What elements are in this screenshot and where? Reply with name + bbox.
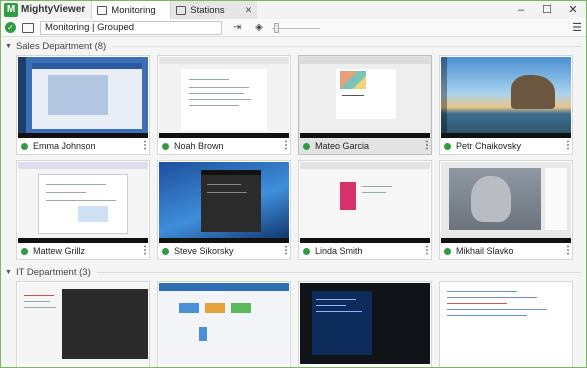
more-options-icon[interactable]: ⋮ — [563, 246, 573, 256]
screen-thumbnail[interactable] — [441, 57, 571, 138]
status-check-icon[interactable]: ✓ — [5, 22, 16, 33]
close-tab-icon[interactable]: ✕ — [245, 5, 253, 16]
minimize-icon[interactable]: – — [508, 1, 534, 19]
station-card[interactable] — [157, 281, 291, 367]
station-nameplate: Noah Brown ⋮ — [159, 139, 291, 153]
status-online-icon — [162, 142, 169, 150]
station-nameplate: Linda Smith ⋮ — [300, 244, 432, 258]
view-selector[interactable] — [40, 20, 222, 35]
station-name: Emma Johnson — [33, 141, 96, 151]
station-card[interactable]: Linda Smith ⋮ — [298, 160, 432, 260]
more-options-icon[interactable]: ⋮ — [422, 246, 432, 256]
divider — [96, 271, 581, 273]
station-card[interactable] — [298, 281, 432, 367]
tab-monitoring[interactable]: Monitoring — [91, 1, 172, 19]
tab-label: Stations — [190, 4, 225, 16]
indent-icon[interactable]: ⇥ — [230, 21, 244, 35]
title-bar: M MightyViewer Monitoring Stations ✕ – ☐… — [1, 1, 586, 19]
tab-stations[interactable]: Stations ✕ — [171, 1, 258, 19]
status-online-icon — [303, 247, 310, 255]
screen-thumbnail[interactable] — [441, 283, 571, 364]
more-options-icon[interactable]: ⋮ — [422, 141, 432, 151]
station-card[interactable]: Petr Chaikovsky ⋮ — [439, 55, 573, 155]
screen-thumbnail[interactable] — [18, 162, 148, 243]
status-online-icon — [444, 247, 451, 255]
layers-icon[interactable]: ◈ — [252, 21, 266, 35]
more-options-icon[interactable]: ⋮ — [563, 141, 573, 151]
group-label: IT Department (3) — [15, 266, 91, 278]
station-card[interactable]: Steve Sikorsky ⋮ — [157, 160, 291, 260]
screen-thumbnail[interactable] — [300, 283, 430, 364]
app-title: MightyViewer — [21, 4, 86, 15]
toolbar: ✓ ⇥ ◈ ☰ — [1, 19, 586, 37]
screen-thumbnail[interactable] — [159, 57, 289, 138]
more-options-icon[interactable]: ⋮ — [281, 246, 291, 256]
station-name: Noah Brown — [174, 141, 224, 151]
stations-grid: ▼ Sales Department (8) Emma Johnson ⋮ No… — [1, 38, 586, 367]
station-name: Mikhail Slavko — [456, 246, 514, 256]
status-online-icon — [444, 142, 451, 150]
slider-track — [272, 27, 320, 29]
station-nameplate: Emma Johnson ⋮ — [18, 139, 150, 153]
app-logo: M — [4, 3, 18, 17]
station-card-selected[interactable]: Mateo Garcia ⋮ — [298, 55, 432, 155]
station-name: Petr Chaikovsky — [456, 141, 522, 151]
monitor-icon — [97, 5, 108, 15]
group-label: Sales Department (8) — [15, 40, 107, 52]
screen-thumbnail[interactable] — [18, 283, 148, 364]
station-card[interactable] — [16, 281, 150, 367]
window-controls: – ☐ ✕ — [508, 1, 586, 19]
station-card[interactable]: Noah Brown ⋮ — [157, 55, 291, 155]
station-name: Linda Smith — [315, 246, 363, 256]
station-nameplate: Mattew Grillz ⋮ — [18, 244, 150, 258]
station-card[interactable]: Mikhail Slavko ⋮ — [439, 160, 573, 260]
status-online-icon — [162, 247, 169, 255]
more-options-icon[interactable]: ⋮ — [140, 246, 150, 256]
more-options-icon[interactable]: ⋮ — [140, 141, 150, 151]
zoom-slider[interactable] — [272, 21, 320, 35]
station-nameplate: Petr Chaikovsky ⋮ — [441, 139, 573, 153]
chevron-down-icon: ▼ — [5, 268, 12, 276]
station-name: Mateo Garcia — [315, 141, 370, 151]
station-card[interactable] — [439, 281, 573, 367]
chevron-down-icon: ▼ — [5, 42, 12, 50]
close-window-icon[interactable]: ✕ — [560, 1, 586, 19]
slider-thumb[interactable] — [274, 22, 279, 33]
station-nameplate: Mikhail Slavko ⋮ — [441, 244, 573, 258]
station-name: Steve Sikorsky — [174, 246, 234, 256]
station-name: Mattew Grillz — [33, 246, 86, 256]
screen-thumbnail[interactable] — [300, 162, 430, 243]
tab-label: Monitoring — [111, 4, 156, 16]
app-window: M MightyViewer Monitoring Stations ✕ – ☐… — [0, 0, 587, 368]
station-nameplate: Mateo Garcia ⋮ — [300, 139, 432, 153]
status-online-icon — [21, 142, 28, 150]
screen-thumbnail[interactable] — [159, 283, 289, 364]
status-online-icon — [21, 247, 28, 255]
station-nameplate: Steve Sikorsky ⋮ — [159, 244, 291, 258]
screen-thumbnail[interactable] — [300, 57, 430, 138]
monitor-select-icon[interactable] — [22, 22, 34, 33]
menu-icon[interactable]: ☰ — [572, 21, 582, 34]
screen-thumbnail[interactable] — [159, 162, 289, 243]
station-card[interactable]: Emma Johnson ⋮ — [16, 55, 150, 155]
group-header-sales[interactable]: ▼ Sales Department (8) — [5, 39, 581, 53]
maximize-icon[interactable]: ☐ — [534, 1, 560, 19]
more-options-icon[interactable]: ⋮ — [281, 141, 291, 151]
screen-thumbnail[interactable] — [441, 162, 571, 243]
divider — [112, 45, 581, 47]
screen-thumbnail[interactable] — [18, 57, 148, 138]
stations-icon — [176, 5, 187, 15]
station-card[interactable]: Mattew Grillz ⋮ — [16, 160, 150, 260]
status-online-icon — [303, 142, 310, 150]
group-header-it[interactable]: ▼ IT Department (3) — [5, 265, 581, 279]
